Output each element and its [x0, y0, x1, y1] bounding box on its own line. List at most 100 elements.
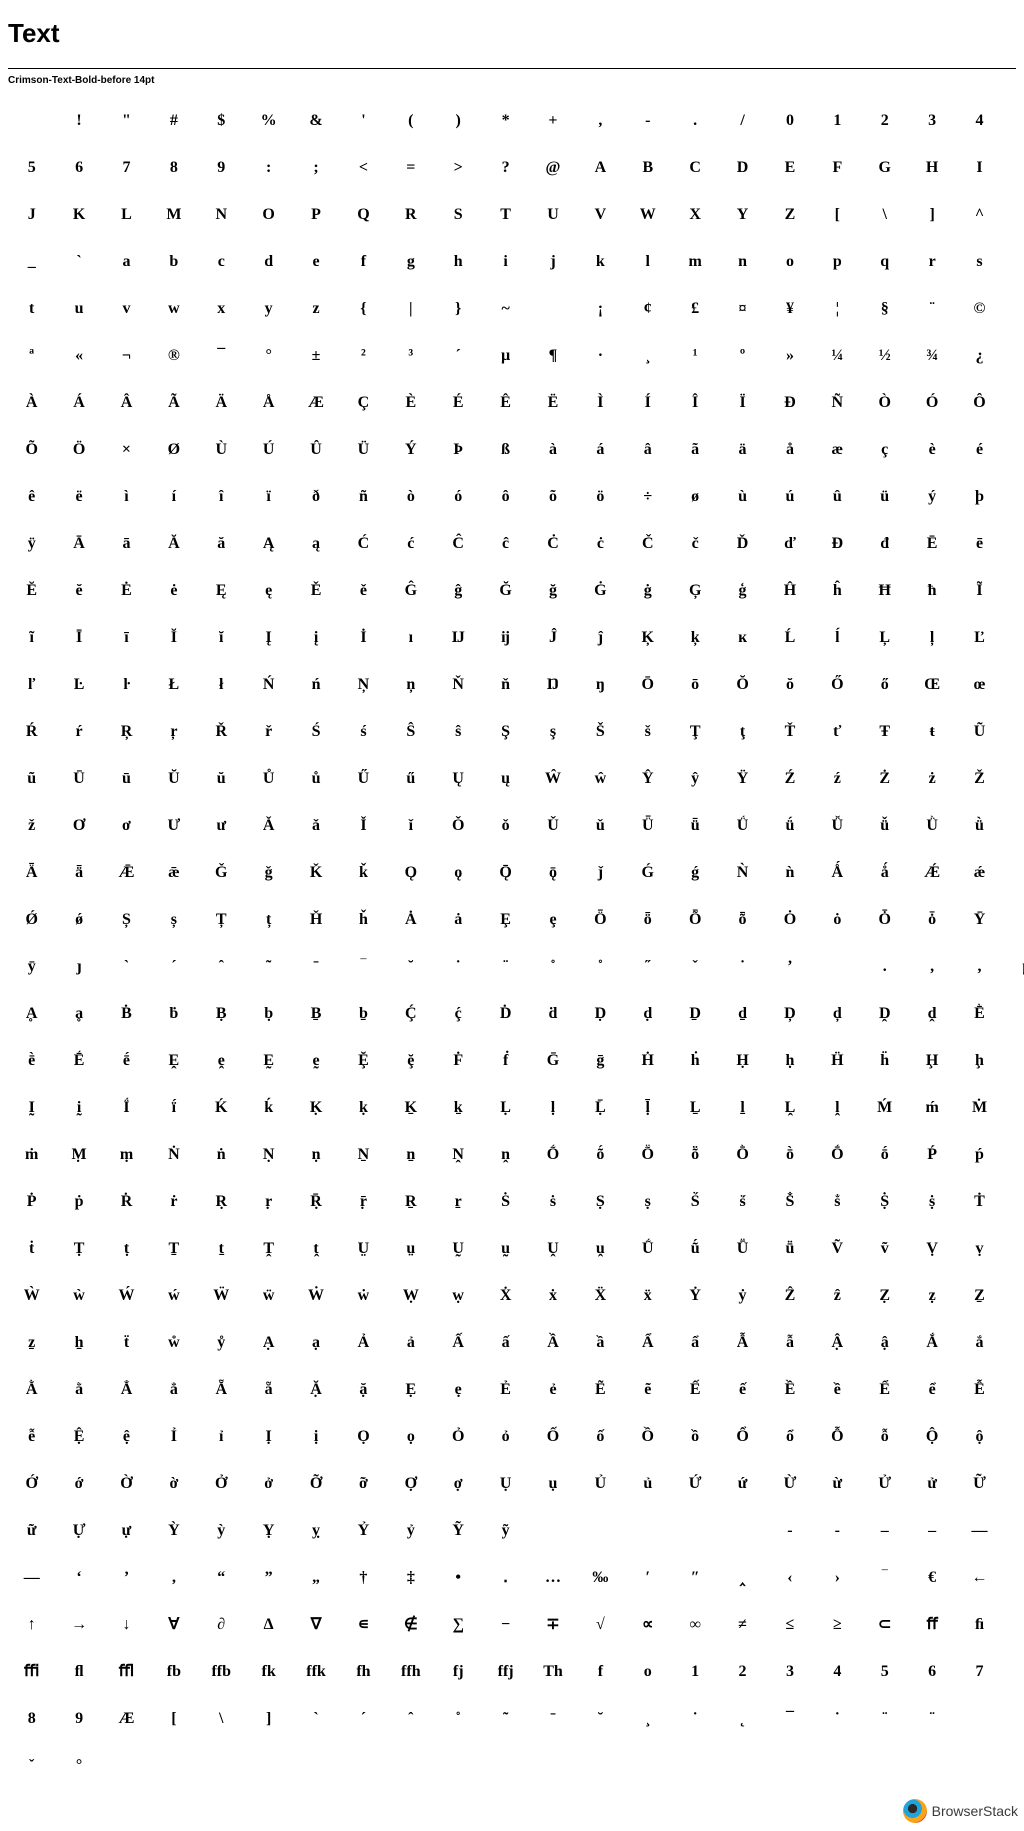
glyph-cell: ṿ — [975, 1239, 984, 1257]
glyph-cell: ḟ — [502, 1051, 509, 1069]
glyph-cell: − — [501, 1615, 511, 1633]
glyph-cell: Ă — [168, 534, 180, 552]
glyph-cell: ề — [833, 1380, 841, 1398]
glyph-cell: ǜ — [975, 816, 984, 834]
glyph-cell: ş — [549, 722, 557, 740]
glyph-cell: ė — [170, 581, 178, 599]
glyph-cell: ṡ — [549, 1192, 557, 1210]
glyph-cell: A — [594, 158, 607, 176]
glyph-cell: S — [453, 205, 463, 223]
glyph-cell: ṱ — [313, 1239, 319, 1257]
glyph-cell: ä — [738, 440, 747, 458]
glyph-cell: á — [596, 440, 605, 458]
glyph-cell: U — [547, 205, 559, 223]
glyph-cell: ġ — [643, 581, 652, 599]
glyph-cell: ⊂ — [878, 1615, 892, 1633]
glyph-cell: [ — [171, 1709, 177, 1727]
glyph-cell: R — [405, 205, 417, 223]
page-title: Text — [8, 18, 60, 48]
glyph-cell: Ṣ — [595, 1192, 605, 1210]
glyph-row: À Á Â Ã Ä Å Æ Ç È É Ê Ë Ì Í Î Ï Ð Ñ Ò Ó Ô — [8, 379, 1016, 426]
glyph-cell: ṗ — [74, 1192, 84, 1210]
glyph-cell: Ḉ — [405, 1004, 417, 1022]
glyph-cell: Ṋ — [452, 1145, 464, 1163]
glyph-cell: ơ — [122, 816, 131, 834]
glyph-cell: ḣ — [690, 1051, 700, 1069]
glyph-cell: ú — [785, 487, 795, 505]
glyph-cell: y — [264, 299, 273, 317]
glyph-cell: ˜ — [265, 957, 272, 975]
glyph-cell: ń — [311, 675, 321, 693]
glyph-cell: ḩ — [975, 1051, 984, 1069]
glyph-cell: § — [880, 299, 889, 317]
glyph-cell: ị — [313, 1427, 319, 1445]
glyph-cell: P — [311, 205, 321, 223]
glyph-cell: k — [595, 252, 605, 270]
glyph-cell: ğ — [548, 581, 557, 599]
glyph-cell: ẓ — [928, 1286, 936, 1304]
glyph-cell: ū — [122, 769, 131, 787]
glyph-row: 8 9 Æ [\] ˋ ˊ ˆ ˚ ˜ ˉ ˘ ¸ ˙ ˛ ¯ ˙ ¨ ¨ — [8, 1695, 1016, 1742]
glyph-cell: þ — [975, 487, 984, 505]
glyph-cell: Ð — [784, 393, 796, 411]
glyph-cell: Æ — [308, 393, 325, 411]
glyph-cell: ć — [407, 534, 415, 552]
glyph-cell: ṩ — [929, 1192, 936, 1210]
glyph-cell: ų — [501, 769, 511, 787]
glyph-cell: x — [217, 299, 226, 317]
glyph-cell: o — [643, 1662, 652, 1680]
glyph-cell: “ — [217, 1568, 226, 1586]
glyph-cell: ↑ — [27, 1615, 36, 1633]
glyph-cell: Ŗ — [120, 722, 133, 740]
glyph-cell: ° — [265, 346, 272, 364]
glyph-cell: ṣ — [644, 1192, 651, 1210]
glyph-cell: « — [75, 346, 84, 364]
glyph-cell: ‹ — [787, 1568, 793, 1586]
glyph-cell: Ǔ — [547, 816, 559, 834]
glyph-cell: ŀ — [123, 675, 130, 693]
glyph-cell: µ — [1003, 958, 1024, 976]
glyph-cell: Ỉ — [170, 1427, 177, 1445]
glyph-cell: Ặ — [310, 1380, 322, 1398]
glyph-cell: 0 — [785, 111, 794, 129]
glyph-cell: ḏ — [738, 1004, 747, 1022]
glyph-cell: Ḑ — [784, 1004, 796, 1022]
glyph-cell: ŕ — [75, 722, 83, 740]
glyph-cell: ö — [596, 487, 605, 505]
glyph-cell: Ị — [265, 1427, 272, 1445]
glyph-cell: fk — [261, 1662, 276, 1680]
glyph-row: Ĕĕ Ėė Ęę Ěě Ĝĝ Ğğ Ġġ Ģģ Ĥĥ Ħħ Ĩ — [8, 567, 1016, 614]
glyph-cell: Ộ — [925, 1427, 939, 1445]
glyph-cell: B — [642, 158, 654, 176]
glyph-cell: ˊ — [171, 957, 177, 975]
glyph-cell: ẙ — [217, 1333, 226, 1351]
glyph-cell: ċ — [596, 534, 604, 552]
glyph-cell: Ĥ — [783, 581, 797, 599]
glyph-cell: Ē — [926, 534, 938, 552]
glyph-cell: … — [544, 1568, 561, 1586]
glyph-cell: Ẍ — [594, 1286, 607, 1304]
glyph-cell: ¸ — [645, 1709, 651, 1727]
glyph-cell: Ċ — [547, 534, 559, 552]
glyph-cell: ¾ — [926, 346, 939, 364]
glyph-cell: Ŏ — [736, 675, 749, 693]
glyph-cell: ȳ — [27, 957, 36, 975]
glyph-cell: ấ — [501, 1333, 510, 1351]
glyph-cell: ẋ — [548, 1286, 557, 1304]
glyph-cell: ﬄ — [118, 1662, 135, 1680]
glyph-cell: ′ — [645, 1568, 651, 1586]
glyph-cell: Ǿ — [25, 910, 38, 928]
glyph-cell: Ở — [215, 1474, 228, 1492]
glyph-cell: ẹ — [454, 1380, 462, 1398]
glyph-cell: Ţ — [689, 722, 701, 740]
glyph-cell: 7 — [975, 1662, 984, 1680]
glyph-cell: r — [928, 252, 936, 270]
glyph-cell: Ẇ — [308, 1286, 325, 1304]
glyph-row: Ḁḁ Ḃḃ Ḅḅ Ḇḇ Ḉḉ Ḋḋ Ḍḍ Ḏḏ Ḑḑ Ḓḓ Ḕ — [8, 990, 1016, 1037]
glyph-cell: ˚ — [550, 957, 556, 975]
glyph-cell: Ḩ — [925, 1051, 939, 1069]
glyph-cell: Ṡ — [501, 1192, 511, 1210]
glyph-cell: ỗ — [880, 1427, 889, 1445]
glyph-cell: | — [409, 299, 413, 317]
glyph-cell: fj — [452, 1662, 464, 1680]
